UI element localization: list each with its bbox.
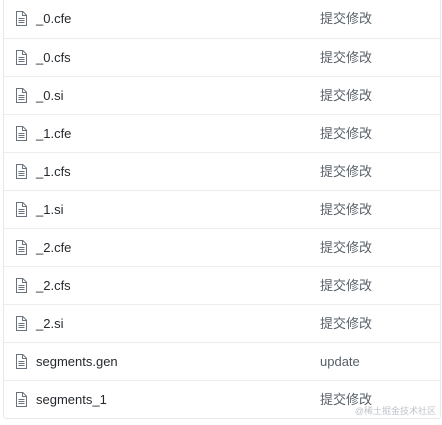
file-name-link[interactable]: _0.cfe — [36, 10, 71, 27]
file-name-link[interactable]: _2.cfs — [36, 277, 71, 294]
commit-message-link[interactable]: 提交修改 — [320, 125, 372, 142]
commit-message-link[interactable]: 提交修改 — [320, 277, 372, 294]
file-row[interactable]: _2.cfe 提交修改 — [4, 228, 440, 266]
file-row[interactable]: _0.si 提交修改 — [4, 76, 440, 114]
commit-message-link[interactable]: 提交修改 — [320, 163, 372, 180]
file-name-link[interactable]: _1.si — [36, 201, 63, 218]
file-icon — [15, 164, 27, 179]
commit-message-link[interactable]: 提交修改 — [320, 87, 372, 104]
file-row[interactable]: _1.cfe 提交修改 — [4, 114, 440, 152]
file-row[interactable]: _2.cfs 提交修改 — [4, 266, 440, 304]
file-icon — [15, 392, 27, 407]
file-name-link[interactable]: segments.gen — [36, 353, 118, 370]
file-row[interactable]: _0.cfs 提交修改 — [4, 38, 440, 76]
file-name-link[interactable]: _1.cfe — [36, 125, 71, 142]
file-name-link[interactable]: _2.si — [36, 315, 63, 332]
file-row[interactable]: segments.gen update — [4, 342, 440, 380]
file-icon — [15, 354, 27, 369]
commit-message-link[interactable]: 提交修改 — [320, 201, 372, 218]
file-icon — [15, 240, 27, 255]
file-icon — [15, 316, 27, 331]
file-row[interactable]: _1.si 提交修改 — [4, 190, 440, 228]
file-icon — [15, 126, 27, 141]
commit-message-link[interactable]: 提交修改 — [320, 10, 372, 27]
file-icon — [15, 278, 27, 293]
commit-message-link[interactable]: 提交修改 — [320, 49, 372, 66]
file-icon — [15, 88, 27, 103]
file-row[interactable]: _1.cfs 提交修改 — [4, 152, 440, 190]
file-icon — [15, 11, 27, 26]
file-name-link[interactable]: _0.si — [36, 87, 63, 104]
file-name-link[interactable]: segments_1 — [36, 391, 107, 408]
file-list: _0.cfe 提交修改 _0.cfs 提交修改 _0.si 提交修改 _1.cf… — [3, 0, 441, 419]
commit-message-link[interactable]: 提交修改 — [320, 315, 372, 332]
commit-message-link[interactable]: 提交修改 — [320, 239, 372, 256]
file-row[interactable]: _0.cfe 提交修改 — [4, 0, 440, 38]
file-icon — [15, 202, 27, 217]
commit-message-link[interactable]: update — [320, 353, 360, 370]
file-row[interactable]: _2.si 提交修改 — [4, 304, 440, 342]
file-name-link[interactable]: _2.cfe — [36, 239, 71, 256]
file-name-link[interactable]: _1.cfs — [36, 163, 71, 180]
file-icon — [15, 50, 27, 65]
watermark: @稀土掘金技术社区 — [354, 406, 436, 416]
file-name-link[interactable]: _0.cfs — [36, 49, 71, 66]
